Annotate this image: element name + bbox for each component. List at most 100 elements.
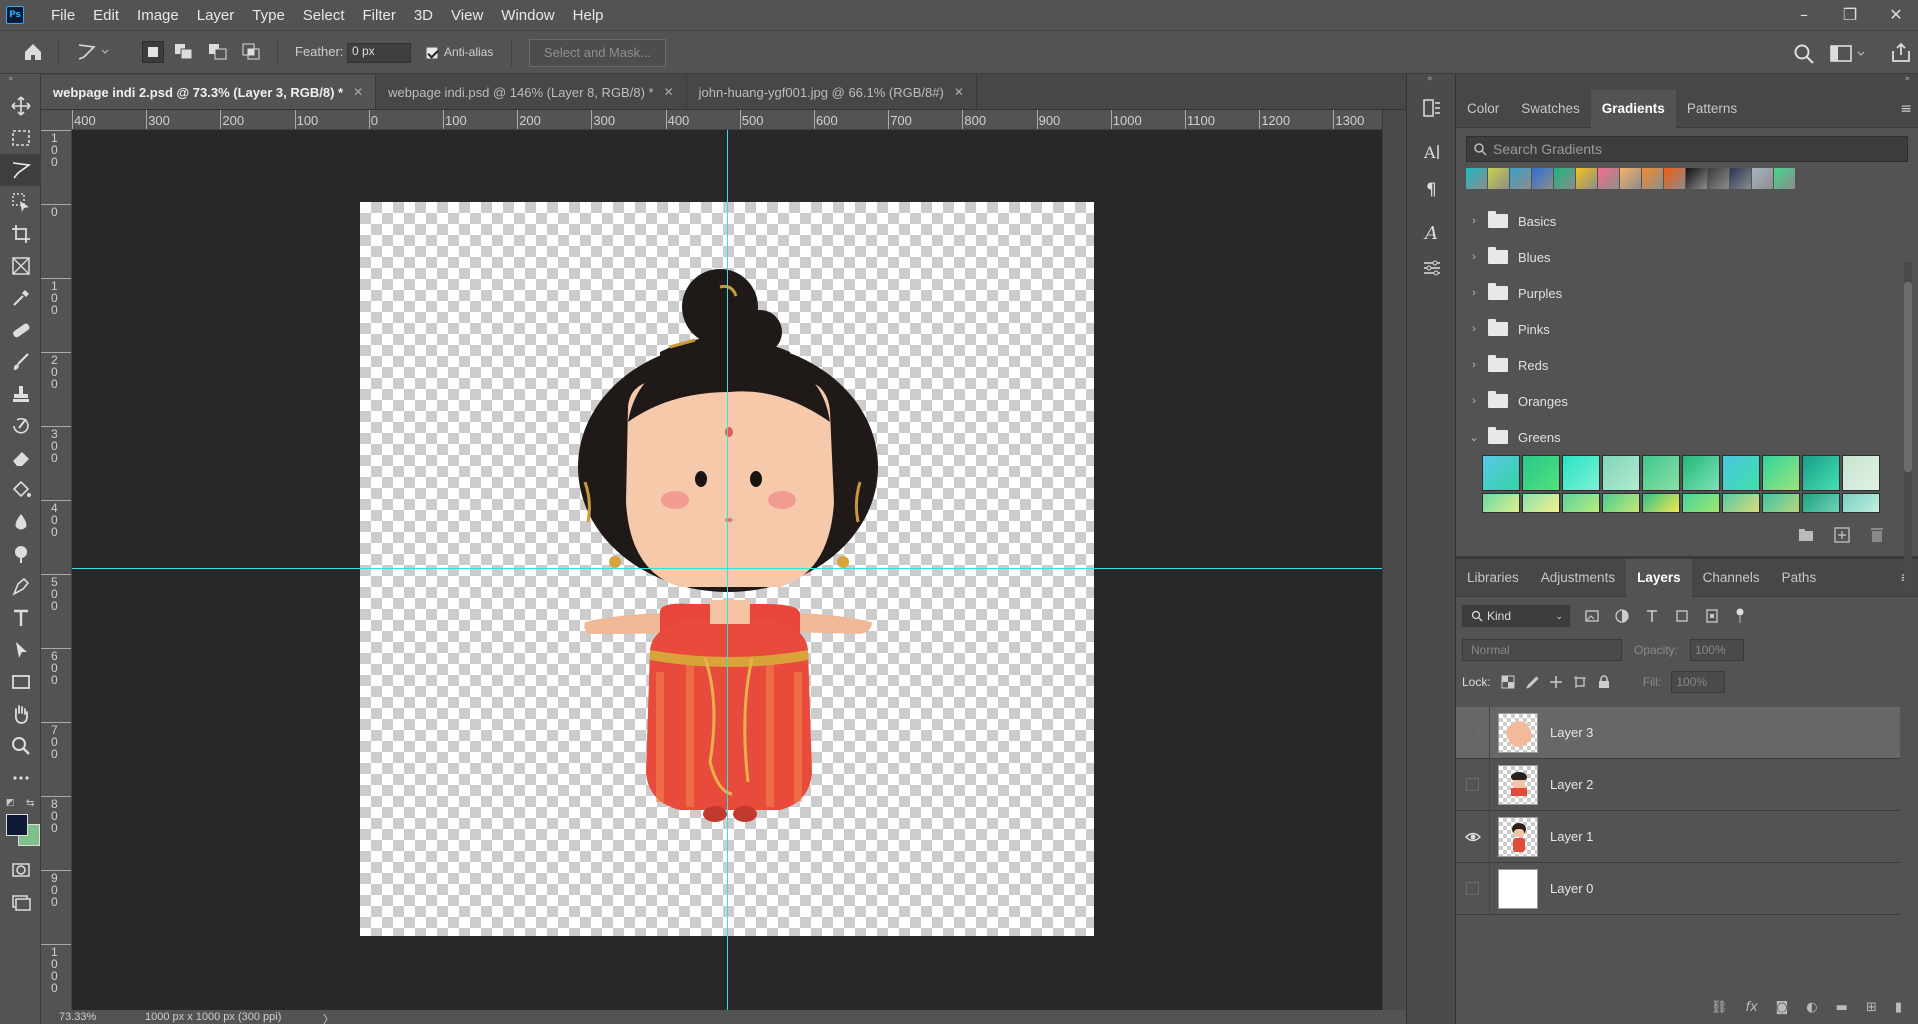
link-layers-icon[interactable]: ⛓ xyxy=(1711,1000,1728,1015)
green-gradient-tile[interactable] xyxy=(1682,455,1720,491)
vertical-guide[interactable] xyxy=(727,130,728,1010)
green-gradient-tile[interactable] xyxy=(1722,455,1760,491)
green-gradient-tile[interactable] xyxy=(1522,455,1560,491)
status-menu-arrow[interactable]: 〉 xyxy=(323,1011,334,1024)
layer-row[interactable]: Layer 0 xyxy=(1456,862,1900,915)
adjustment-layer-filter-icon[interactable] xyxy=(1614,608,1630,624)
layer-row[interactable]: Layer 3 xyxy=(1456,706,1900,759)
move-tool-icon[interactable] xyxy=(0,90,41,122)
green-gradient-tile[interactable] xyxy=(1842,455,1880,491)
eraser-tool-icon[interactable] xyxy=(0,442,41,474)
history-panel-icon[interactable] xyxy=(1407,90,1457,126)
visibility-cell[interactable] xyxy=(1456,706,1490,759)
chevron-right-icon[interactable]: › xyxy=(1466,287,1482,299)
history-brush-tool-icon[interactable] xyxy=(0,410,41,442)
select-and-mask-button[interactable]: Select and Mask... xyxy=(529,39,666,67)
antialias-checkbox[interactable] xyxy=(426,47,438,59)
green-gradient-tile[interactable] xyxy=(1522,493,1560,513)
crop-tool-icon[interactable] xyxy=(0,218,41,250)
green-gradient-tile[interactable] xyxy=(1482,493,1520,513)
chevron-down-icon[interactable]: ⌄ xyxy=(1466,431,1482,444)
menu-layer[interactable]: Layer xyxy=(188,7,244,24)
green-gradient-tile[interactable] xyxy=(1562,493,1600,513)
gradient-preset-swatch[interactable] xyxy=(1510,168,1531,189)
close-window-button[interactable]: ✕ xyxy=(1882,3,1910,27)
green-gradient-tile[interactable] xyxy=(1602,493,1640,513)
gradient-preset-swatch[interactable] xyxy=(1708,168,1729,189)
path-selection-tool-icon[interactable] xyxy=(0,634,41,666)
new-group-icon[interactable]: ▬ xyxy=(1836,1000,1848,1015)
zoom-tool-icon[interactable] xyxy=(0,730,41,762)
quick-mask-icon[interactable] xyxy=(0,854,41,886)
scrollbar-thumb[interactable] xyxy=(1904,282,1912,472)
gradient-preset-swatch[interactable] xyxy=(1532,168,1553,189)
lock-position-icon[interactable] xyxy=(1549,675,1563,689)
green-gradient-tile[interactable] xyxy=(1722,493,1760,513)
tab-document-3[interactable]: john-huang-ygf001.jpg @ 66.1% (RGB/8#) ✕ xyxy=(687,75,977,109)
gradient-search-input[interactable]: Search Gradients xyxy=(1466,136,1908,162)
dodge-tool-icon[interactable] xyxy=(0,538,41,570)
opacity-input[interactable]: 100% xyxy=(1690,639,1745,661)
tab-gradients[interactable]: Gradients xyxy=(1590,89,1676,128)
properties-panel-icon[interactable] xyxy=(1407,250,1457,286)
close-tab-icon[interactable]: ✕ xyxy=(353,85,363,99)
gradient-folder-basics[interactable]: › Basics xyxy=(1466,203,1918,239)
polygonal-lasso-preset-icon[interactable] xyxy=(76,41,110,63)
visibility-cell[interactable] xyxy=(1456,758,1490,811)
workspace-icon[interactable] xyxy=(1830,43,1868,65)
visibility-toggle[interactable] xyxy=(1466,882,1479,895)
layer-name[interactable]: Layer 1 xyxy=(1550,829,1593,844)
layer-name[interactable]: Layer 2 xyxy=(1550,777,1593,792)
restore-button[interactable]: ❐ xyxy=(1836,3,1864,27)
character-panel-icon[interactable]: A xyxy=(1407,134,1457,170)
add-to-selection-icon[interactable] xyxy=(174,43,194,61)
menu-help[interactable]: Help xyxy=(564,7,613,24)
gradient-preset-swatch[interactable] xyxy=(1554,168,1575,189)
green-gradient-tile[interactable] xyxy=(1642,455,1680,491)
new-folder-icon[interactable] xyxy=(1798,528,1814,542)
gradient-preset-swatch[interactable] xyxy=(1642,168,1663,189)
paint-bucket-tool-icon[interactable] xyxy=(0,474,41,506)
new-layer-icon[interactable]: ⊞ xyxy=(1866,1000,1877,1015)
green-gradient-tile[interactable] xyxy=(1802,455,1840,491)
green-gradient-tile[interactable] xyxy=(1642,493,1680,513)
hand-tool-icon[interactable] xyxy=(0,698,41,730)
menu-filter[interactable]: Filter xyxy=(354,7,405,24)
menu-select[interactable]: Select xyxy=(294,7,354,24)
visibility-toggle[interactable] xyxy=(1466,778,1479,791)
gradient-preset-swatch[interactable] xyxy=(1664,168,1685,189)
chevron-right-icon[interactable]: › xyxy=(1466,323,1482,335)
marquee-tool-icon[interactable] xyxy=(0,122,41,154)
zoom-level[interactable]: 73.33% xyxy=(59,1011,96,1023)
menu-3d[interactable]: 3D xyxy=(405,7,442,24)
collapse-toolbar-icon[interactable]: » xyxy=(0,74,40,90)
fill-input[interactable]: 100% xyxy=(1671,671,1726,693)
pixel-layer-filter-icon[interactable] xyxy=(1584,608,1600,624)
green-gradient-tile[interactable] xyxy=(1762,493,1800,513)
adjustment-layer-icon[interactable]: ◐ xyxy=(1806,1000,1817,1015)
menu-window[interactable]: Window xyxy=(492,7,563,24)
gradient-folder-greens[interactable]: ⌄ Greens xyxy=(1466,419,1918,455)
lock-all-icon[interactable] xyxy=(1597,675,1611,689)
gradient-preset-swatch[interactable] xyxy=(1686,168,1707,189)
gradient-folder-purples[interactable]: › Purples xyxy=(1466,275,1918,311)
more-tools-icon[interactable] xyxy=(0,762,41,794)
fx-icon[interactable]: fx xyxy=(1745,1000,1757,1015)
gradient-preset-swatch[interactable] xyxy=(1466,168,1487,189)
tab-adjustments[interactable]: Adjustments xyxy=(1530,559,1626,597)
gradient-folder-pinks[interactable]: › Pinks xyxy=(1466,311,1918,347)
new-selection-icon[interactable] xyxy=(142,41,164,63)
layer-row[interactable]: Layer 1 xyxy=(1456,810,1900,863)
eye-icon[interactable] xyxy=(1464,831,1481,843)
type-tool-icon[interactable] xyxy=(0,602,41,634)
panel-menu-icon[interactable]: ≡ xyxy=(1900,101,1918,117)
canvas-area[interactable] xyxy=(72,130,1382,1010)
tab-paths[interactable]: Paths xyxy=(1771,559,1828,597)
menu-edit[interactable]: Edit xyxy=(84,7,128,24)
chevron-right-icon[interactable]: › xyxy=(1466,359,1482,371)
gradient-folder-reds[interactable]: › Reds xyxy=(1466,347,1918,383)
green-gradient-tile[interactable] xyxy=(1762,455,1800,491)
document-info[interactable]: 1000 px x 1000 px (300 ppi) xyxy=(145,1011,281,1023)
eyedropper-tool-icon[interactable] xyxy=(0,282,41,314)
delete-gradient-icon[interactable] xyxy=(1870,527,1884,543)
